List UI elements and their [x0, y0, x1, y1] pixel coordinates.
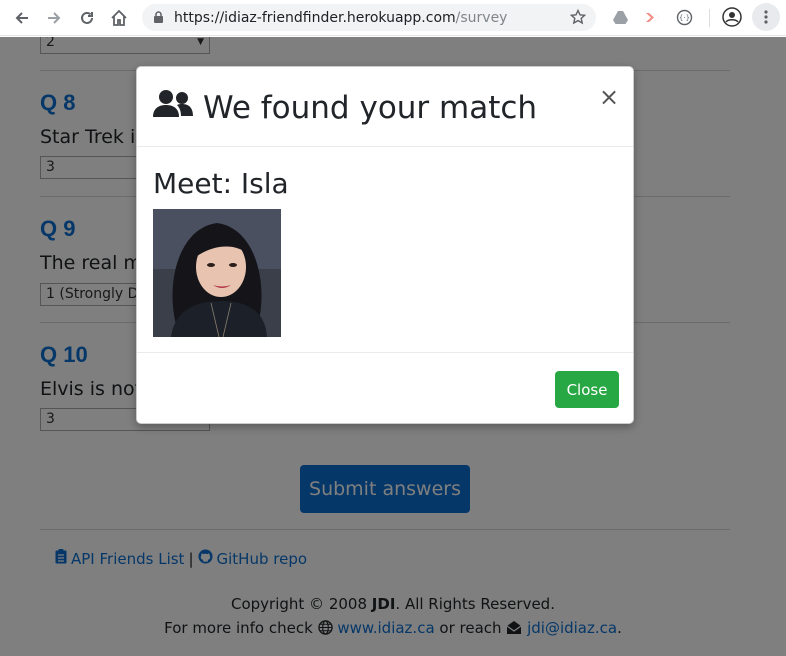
- modal-close-x-button[interactable]: ×: [599, 85, 619, 109]
- forward-arrow-icon: [48, 12, 61, 24]
- bookmark-star-icon[interactable]: [569, 8, 587, 29]
- reload-button[interactable]: [71, 2, 103, 34]
- drive-extension-icon[interactable]: [612, 9, 629, 31]
- match-name-heading: Meet: Isla: [153, 167, 289, 200]
- browser-toolbar: https://idiaz-friendfinder.herokuapp.com…: [0, 0, 786, 36]
- address-bar[interactable]: https://idiaz-friendfinder.herokuapp.com…: [142, 4, 596, 31]
- browser-menu-button[interactable]: [752, 3, 780, 31]
- dev-extension-icon[interactable]: {·}: [676, 9, 693, 31]
- cast-extension-icon[interactable]: [644, 9, 661, 31]
- forward-button[interactable]: [38, 2, 70, 34]
- match-modal: We found your match × Meet: Isla Close: [136, 66, 634, 424]
- url-path: /survey: [455, 9, 508, 26]
- home-button[interactable]: [103, 2, 135, 34]
- modal-title: We found your match: [153, 89, 537, 127]
- users-icon: [153, 89, 193, 127]
- toolbar-separator: [709, 9, 710, 27]
- modal-title-text: We found your match: [203, 90, 538, 126]
- close-button[interactable]: Close: [555, 371, 619, 408]
- url-host: https://idiaz-friendfinder.herokuapp.com: [174, 9, 456, 26]
- back-button[interactable]: [6, 2, 38, 34]
- modal-header: We found your match ×: [137, 67, 633, 147]
- profile-avatar-icon[interactable]: [722, 7, 742, 32]
- lock-icon: [153, 11, 164, 24]
- back-arrow-icon: [15, 12, 28, 24]
- svg-text:{·}: {·}: [679, 14, 690, 22]
- home-icon: [111, 9, 127, 26]
- modal-body: Meet: Isla: [137, 147, 633, 353]
- kebab-menu-icon: [764, 10, 768, 24]
- reload-icon: [81, 11, 93, 24]
- match-photo: [153, 209, 281, 337]
